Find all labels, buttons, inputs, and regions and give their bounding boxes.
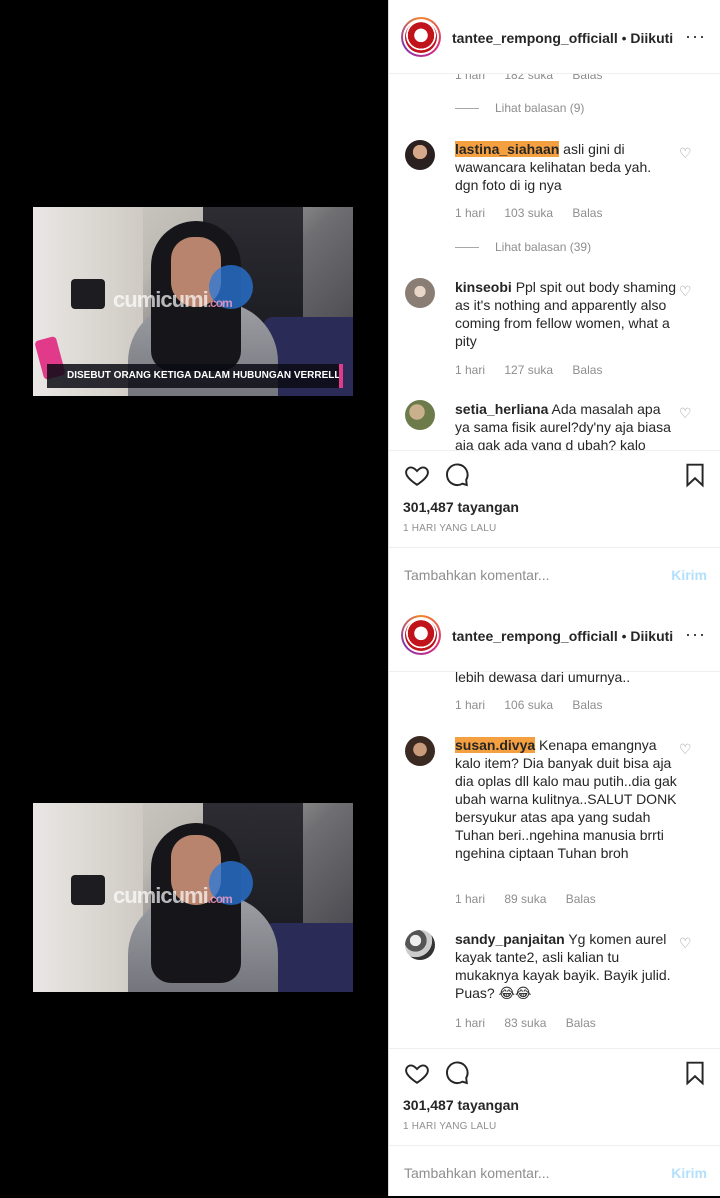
comments-list[interactable]: 1 hari 182 suka Balas Lihat balasan (9) … (389, 74, 720, 450)
comment-text: kinseobi Ppl spit out body shaming as it… (455, 278, 677, 350)
more-options-icon[interactable]: ··· (685, 26, 706, 47)
like-comment-heart-icon[interactable]: ♡ (679, 742, 693, 756)
comment-icon[interactable] (441, 1057, 473, 1089)
comment-meta: 1 hari 106 suka Balas (455, 698, 618, 712)
comment-likes[interactable]: 127 suka (504, 363, 553, 377)
add-comment-form: Tambahkan komentar... Kirim (389, 547, 720, 599)
comment-time: 1 hari (455, 892, 486, 906)
comment-likes[interactable]: 106 suka (504, 698, 553, 712)
comment-input[interactable]: Tambahkan komentar... (404, 567, 550, 583)
like-comment-heart-icon[interactable]: ♡ (679, 284, 693, 298)
commenter-avatar[interactable] (405, 400, 435, 430)
comment-time: 1 hari (455, 206, 486, 220)
comment-time: 1 hari (455, 1016, 486, 1030)
comment-meta: 1 hari 103 suka Balas (455, 206, 618, 220)
comment-body: lebih dewasa dari umurnya.. (455, 672, 631, 685)
avatar[interactable] (401, 17, 441, 57)
comment-time: 1 hari (455, 363, 486, 377)
post-actions: 301,487 tayangan 1 HARI YANG LALU Tambah… (389, 450, 720, 598)
like-comment-heart-icon[interactable]: ♡ (679, 406, 693, 420)
comment-meta: 1 hari 182 suka Balas (455, 74, 618, 82)
post-actions: 301,487 tayangan 1 HARI YANG LALU Tambah… (389, 1048, 720, 1196)
comment-text: sandy_panjaitan Yg komen aurel kayak tan… (455, 930, 677, 1002)
commenter-avatar[interactable] (405, 278, 435, 308)
post-header: tantee_rempong_officiall • Diikuti ··· (389, 0, 720, 74)
reply-button[interactable]: Balas (572, 74, 602, 82)
comment-meta: 1 hari 83 suka Balas (455, 1016, 612, 1030)
post-panel: tantee_rempong_officiall • Diikuti ··· 1… (388, 0, 720, 598)
reply-button[interactable]: Balas (572, 363, 602, 377)
comment-time: 1 hari (455, 74, 486, 82)
heart-icon[interactable] (401, 459, 433, 491)
add-comment-form: Tambahkan komentar... Kirim (389, 1145, 720, 1197)
reply-button[interactable]: Balas (572, 698, 602, 712)
view-replies-button[interactable]: Lihat balasan (9) (455, 101, 584, 115)
like-comment-heart-icon[interactable]: ♡ (679, 146, 693, 160)
video-frame-lamp (71, 875, 105, 905)
comment-meta: 1 hari 127 suka Balas (455, 363, 618, 377)
comment-text: susan.divya Kenapa emangnya kalo item? D… (455, 736, 677, 862)
comment-likes[interactable]: 182 suka (504, 74, 553, 82)
comment-input[interactable]: Tambahkan komentar... (404, 1165, 550, 1181)
commenter-avatar[interactable] (405, 140, 435, 170)
reply-button[interactable]: Balas (572, 206, 602, 220)
commenter-username[interactable]: susan.divya (455, 737, 536, 753)
bookmark-icon[interactable] (679, 1057, 711, 1089)
comments-list[interactable]: lebih dewasa dari umurnya.. 1 hari 106 s… (389, 672, 720, 1048)
commenter-username[interactable]: setia_herliana (455, 401, 548, 417)
comment-icon[interactable] (441, 459, 473, 491)
comment-likes[interactable]: 103 suka (504, 206, 553, 220)
comment-text: lastina_siahaan asli gini di wawancara k… (455, 140, 677, 194)
post-2: cumicumi.com tantee_rempong_officiall • … (0, 598, 720, 1196)
send-comment-button[interactable]: Kirim (671, 567, 707, 583)
video-watermark: cumicumi.com (113, 287, 233, 312)
reply-button[interactable]: Balas (566, 892, 596, 906)
view-count[interactable]: 301,487 tayangan (403, 499, 519, 515)
commenter-username[interactable]: sandy_panjaitan (455, 931, 565, 947)
more-options-icon[interactable]: ··· (685, 624, 706, 645)
separator-dot: • (621, 30, 627, 46)
comment-time: 1 hari (455, 698, 486, 712)
post-media[interactable]: cumicumi.com DISEBUT ORANG KETIGA DALAM … (0, 0, 388, 598)
send-comment-button[interactable]: Kirim (671, 1165, 707, 1181)
commenter-avatar[interactable] (405, 930, 435, 960)
comment-likes[interactable]: 83 suka (504, 1016, 546, 1030)
video-watermark: cumicumi.com (113, 883, 233, 908)
comment-body: Kenapa emangnya kalo item? Dia banyak du… (455, 737, 677, 861)
post-header: tantee_rempong_officiall • Diikuti ··· (389, 598, 720, 672)
post-media[interactable]: cumicumi.com (0, 598, 388, 1196)
post-1: cumicumi.com DISEBUT ORANG KETIGA DALAM … (0, 0, 720, 598)
bookmark-icon[interactable] (679, 459, 711, 491)
username-link[interactable]: tantee_rempong_officiall (452, 30, 618, 46)
commenter-username[interactable]: lastina_siahaan (455, 141, 560, 157)
video-frame-lamp (71, 279, 105, 309)
video-caption: DISEBUT ORANG KETIGA DALAM HUBUNGAN VERR… (47, 364, 343, 388)
commenter-username[interactable]: kinseobi (455, 279, 512, 295)
commenter-avatar[interactable] (405, 736, 435, 766)
view-count[interactable]: 301,487 tayangan (403, 1097, 519, 1113)
heart-icon[interactable] (401, 1057, 433, 1089)
follow-status-button[interactable]: Diikuti (630, 628, 673, 644)
video-player[interactable]: cumicumi.com (33, 803, 353, 992)
comment-meta: 1 hari 89 suka Balas (455, 892, 612, 906)
comment-text: setia_herliana Ada masalah apa ya sama f… (455, 400, 677, 450)
post-timestamp[interactable]: 1 HARI YANG LALU (403, 1121, 496, 1132)
comment-likes[interactable]: 89 suka (504, 892, 546, 906)
like-comment-heart-icon[interactable]: ♡ (679, 936, 693, 950)
view-replies-button[interactable]: Lihat balasan (39) (455, 240, 591, 254)
separator-dot: • (621, 628, 627, 644)
username-link[interactable]: tantee_rempong_officiall (452, 628, 618, 644)
post-timestamp[interactable]: 1 HARI YANG LALU (403, 523, 496, 534)
video-player[interactable]: cumicumi.com DISEBUT ORANG KETIGA DALAM … (33, 207, 353, 396)
reply-button[interactable]: Balas (566, 1016, 596, 1030)
avatar[interactable] (401, 615, 441, 655)
follow-status-button[interactable]: Diikuti (630, 30, 673, 46)
post-panel: tantee_rempong_officiall • Diikuti ··· l… (388, 598, 720, 1196)
